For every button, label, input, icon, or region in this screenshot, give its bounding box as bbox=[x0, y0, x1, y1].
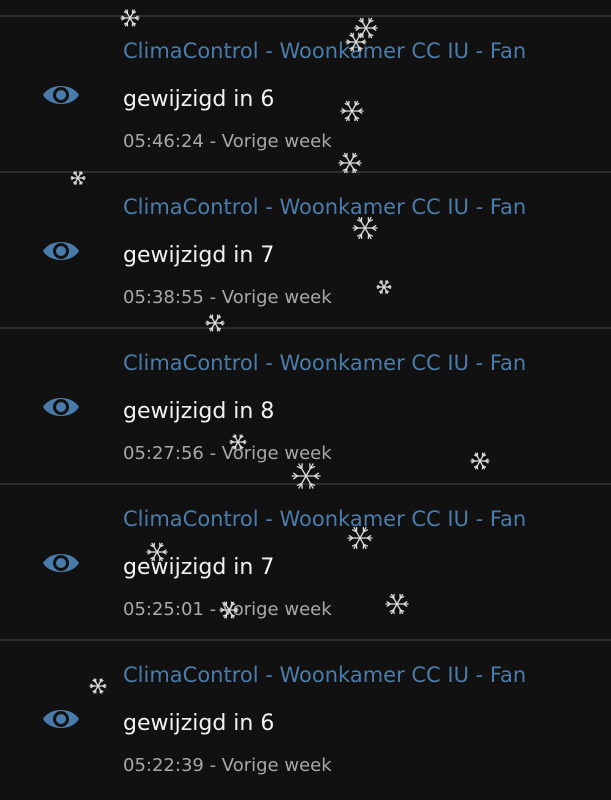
logbook-screen: ClimaControl - Woonkamer CC IU - Fan gew… bbox=[0, 0, 611, 800]
eye-icon[interactable] bbox=[42, 705, 80, 733]
entry-relative-time: Vorige week bbox=[221, 599, 332, 620]
eye-icon[interactable] bbox=[42, 549, 80, 577]
entry-time: 05:38:55 bbox=[123, 287, 204, 308]
entry-relative-time: Vorige week bbox=[221, 131, 332, 152]
entry-separator: - bbox=[203, 599, 222, 620]
entry-time: 05:25:01 bbox=[123, 599, 204, 620]
entry-message: gewijzigd in 7 bbox=[123, 555, 275, 580]
entry-time: 05:27:56 bbox=[123, 443, 204, 464]
entry-separator: - bbox=[203, 287, 222, 308]
entry-title[interactable]: ClimaControl - Woonkamer CC IU - Fan bbox=[123, 663, 526, 687]
logbook-entry[interactable]: ClimaControl - Woonkamer CC IU - Fan gew… bbox=[0, 17, 611, 173]
entry-relative-time: Vorige week bbox=[221, 443, 332, 464]
entry-time: 05:22:39 bbox=[123, 755, 204, 776]
entry-timestamp: 05:38:55 - Vorige week bbox=[123, 287, 332, 308]
entry-message: gewijzigd in 6 bbox=[123, 87, 275, 112]
eye-icon[interactable] bbox=[42, 237, 80, 265]
entry-title[interactable]: ClimaControl - Woonkamer CC IU - Fan bbox=[123, 195, 526, 219]
entry-message: gewijzigd in 8 bbox=[123, 399, 275, 424]
eye-icon[interactable] bbox=[42, 393, 80, 421]
logbook-entry[interactable]: ClimaControl - Woonkamer CC IU - Fan gew… bbox=[0, 641, 611, 800]
entry-relative-time: Vorige week bbox=[221, 755, 332, 776]
entry-title[interactable]: ClimaControl - Woonkamer CC IU - Fan bbox=[123, 39, 526, 63]
entry-title[interactable]: ClimaControl - Woonkamer CC IU - Fan bbox=[123, 351, 526, 375]
entry-separator: - bbox=[203, 131, 222, 152]
entry-timestamp: 05:25:01 - Vorige week bbox=[123, 599, 332, 620]
entry-timestamp: 05:46:24 - Vorige week bbox=[123, 131, 332, 152]
entry-message: gewijzigd in 7 bbox=[123, 243, 275, 268]
entry-relative-time: Vorige week bbox=[221, 287, 332, 308]
logbook-entry[interactable]: ClimaControl - Woonkamer CC IU - Fan gew… bbox=[0, 173, 611, 329]
entry-message: gewijzigd in 6 bbox=[123, 711, 275, 736]
logbook-entry[interactable]: ClimaControl - Woonkamer CC IU - Fan gew… bbox=[0, 329, 611, 485]
eye-icon[interactable] bbox=[42, 81, 80, 109]
entry-title[interactable]: ClimaControl - Woonkamer CC IU - Fan bbox=[123, 507, 526, 531]
entry-timestamp: 05:22:39 - Vorige week bbox=[123, 755, 332, 776]
entry-separator: - bbox=[203, 443, 222, 464]
entry-separator: - bbox=[203, 755, 222, 776]
logbook-entry[interactable]: ClimaControl - Woonkamer CC IU - Fan gew… bbox=[0, 485, 611, 641]
entry-time: 05:46:24 bbox=[123, 131, 204, 152]
entry-timestamp: 05:27:56 - Vorige week bbox=[123, 443, 332, 464]
